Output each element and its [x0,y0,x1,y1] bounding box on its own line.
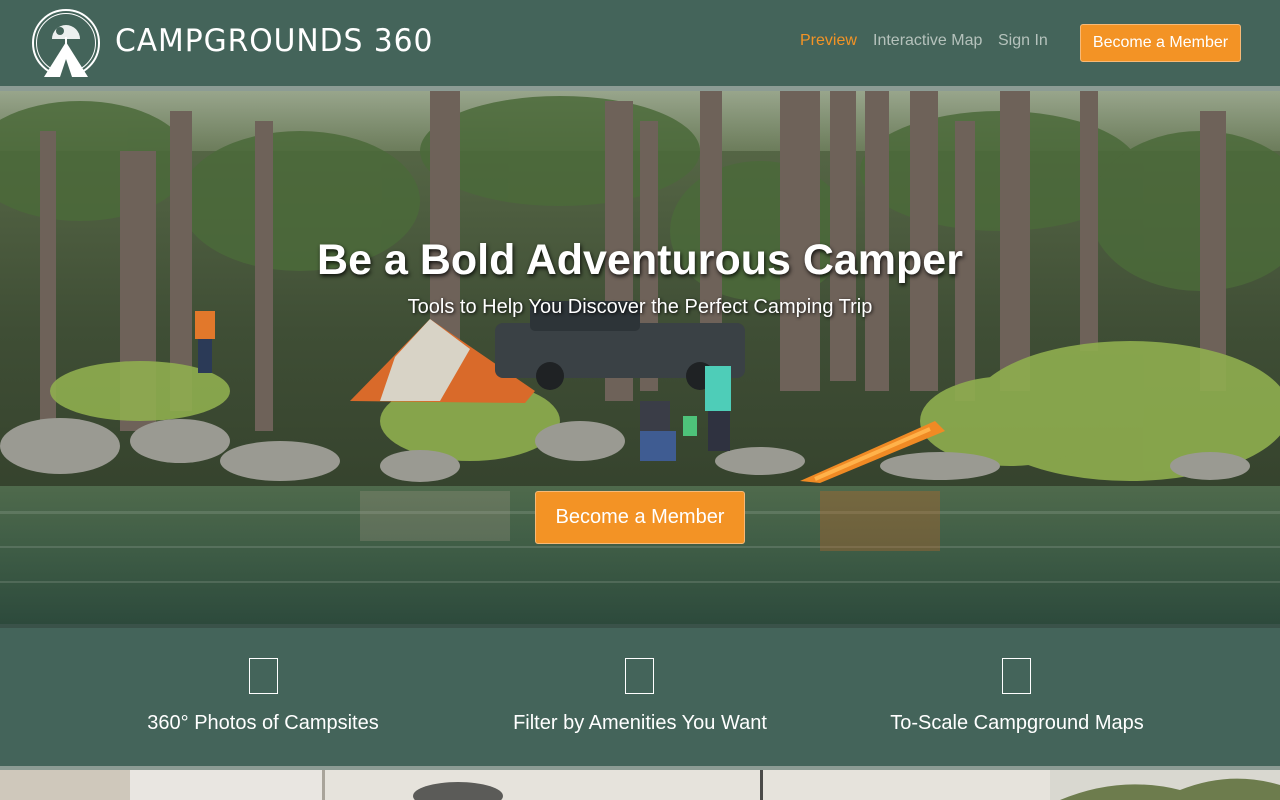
tent-logo-icon [32,9,100,77]
feature-label: Filter by Amenities You Want [513,712,767,734]
become-member-hero-button[interactable]: Become a Member [535,491,745,544]
nav-link-sign-in[interactable]: Sign In [998,32,1048,50]
feature-item: To-Scale Campground Maps [837,628,1197,766]
nav-link-preview[interactable]: Preview [800,32,857,50]
hero-background-image [0,91,1280,624]
feature-item: Filter by Amenities You Want [460,628,820,766]
hero-subtitle: Tools to Help You Discover the Perfect C… [407,296,873,318]
map-icon [1002,658,1031,694]
filter-icon [625,658,654,694]
feature-label: 360° Photos of Campsites [147,712,379,734]
next-section-image [0,770,1280,800]
logo[interactable] [30,9,102,79]
feature-item: 360° Photos of Campsites [83,628,443,766]
hero-title: Be a Bold Adventurous Camper [317,236,963,284]
site-header: CAMPGROUNDS 360 Preview Interactive Map … [0,0,1280,86]
feature-label: To-Scale Campground Maps [890,712,1144,734]
brand-name: CAMPGROUNDS 360 [115,23,434,59]
become-member-header-button[interactable]: Become a Member [1080,24,1241,62]
nav-link-interactive-map[interactable]: Interactive Map [873,32,982,50]
photo-360-icon [249,658,278,694]
features-section: 360° Photos of Campsites Filter by Ameni… [0,628,1280,766]
hero-section: Be a Bold Adventurous Camper Tools to He… [0,91,1280,624]
